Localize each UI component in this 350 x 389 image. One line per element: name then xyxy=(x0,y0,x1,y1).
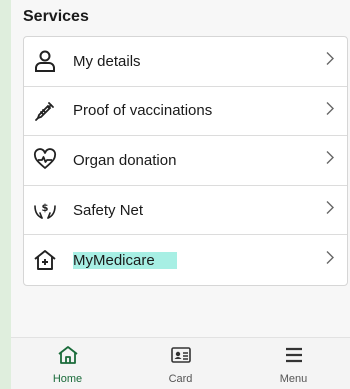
svg-text:$: $ xyxy=(42,203,49,214)
menu-icon xyxy=(283,345,305,370)
nav-label: Home xyxy=(52,373,83,385)
service-label: Organ donation xyxy=(73,151,177,169)
bottom-nav: Home Card Menu xyxy=(11,337,350,389)
chevron-right-icon xyxy=(325,251,335,270)
nav-home[interactable]: Home xyxy=(11,338,124,389)
services-list: My details Proof of vaccinations Organ d… xyxy=(23,36,348,286)
person-icon xyxy=(33,49,57,73)
nav-menu[interactable]: Menu xyxy=(237,338,350,389)
chevron-right-icon xyxy=(325,101,335,120)
chevron-right-icon xyxy=(325,151,335,170)
service-label: Proof of vaccinations xyxy=(73,102,213,120)
service-item-organ-donation[interactable]: Organ donation xyxy=(24,136,347,186)
home-icon xyxy=(57,345,79,370)
section-title: Services xyxy=(23,8,89,25)
chevron-right-icon xyxy=(325,52,335,71)
house-plus-icon xyxy=(33,248,57,272)
service-item-safety-net[interactable]: $ Safety Net xyxy=(24,186,347,236)
service-label: MyMedicare xyxy=(73,251,177,269)
service-label: Safety Net xyxy=(73,201,144,219)
service-item-my-details[interactable]: My details xyxy=(24,37,347,87)
heart-pulse-icon xyxy=(33,148,57,172)
app-screen: Services My details Proof of vaccination… xyxy=(11,0,350,389)
nav-label: Menu xyxy=(279,373,308,385)
card-icon xyxy=(170,345,192,370)
hands-dollar-icon: $ xyxy=(33,198,57,222)
nav-card[interactable]: Card xyxy=(124,338,237,389)
service-item-mymedicare[interactable]: MyMedicare xyxy=(24,235,347,285)
service-label: My details xyxy=(73,52,141,70)
syringe-icon xyxy=(33,99,57,123)
chevron-right-icon xyxy=(325,201,335,220)
nav-label: Card xyxy=(168,373,193,385)
service-item-proof-of-vaccinations[interactable]: Proof of vaccinations xyxy=(24,87,347,137)
